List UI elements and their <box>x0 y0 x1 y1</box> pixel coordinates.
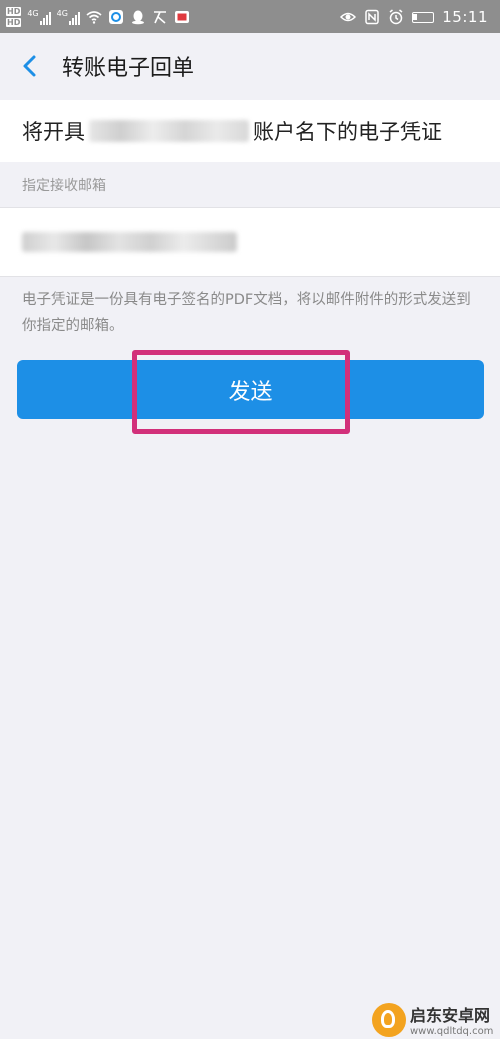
wifi-icon <box>86 11 102 24</box>
translate-icon <box>153 11 166 24</box>
voucher-description: 电子凭证是一份具有电子签名的PDF文档，将以邮件附件的形式发送到你指定的邮箱。 <box>22 292 471 334</box>
hd-badge: HD HD <box>6 7 22 27</box>
account-statement: 将开具 账户名下的电子凭证 <box>22 116 442 146</box>
page-title: 转账电子回单 <box>62 56 195 81</box>
account-info-row: 将开具 账户名下的电子凭证 <box>0 100 500 162</box>
site-watermark: 启东安卓网 www.qdltdq.com <box>372 1002 493 1037</box>
watermark-url: www.qdltdq.com <box>410 1026 494 1037</box>
status-bar: HD HD 4G 4G 15:11 <box>0 0 500 33</box>
signal-icon-2: 4G <box>57 9 80 25</box>
eye-comfort-icon <box>340 12 357 22</box>
app-notification-icon <box>108 10 123 24</box>
signal-icon-1: 4G <box>27 9 51 25</box>
watermark-text: 启东安卓网 www.qdltdq.com <box>410 1002 493 1037</box>
email-section-label: 指定接收邮箱 <box>22 178 106 194</box>
battery-icon <box>412 11 435 23</box>
red-app-icon <box>174 11 189 23</box>
back-arrow-icon[interactable] <box>18 53 44 79</box>
send-button-label: 发送 <box>228 379 273 405</box>
nfc-icon <box>365 9 380 25</box>
status-time: 15:11 <box>442 8 488 26</box>
alarm-icon <box>389 9 403 25</box>
network-type-label-1: 4G <box>27 9 39 18</box>
redacted-email-value <box>22 232 237 252</box>
send-button[interactable]: 发送 <box>17 360 484 419</box>
watermark-name: 启东安卓网 <box>410 1006 491 1025</box>
account-prefix: 将开具 <box>22 120 85 144</box>
account-suffix: 账户名下的电子凭证 <box>253 120 442 144</box>
qq-icon <box>131 10 144 25</box>
status-bar-right: 15:11 <box>340 3 488 31</box>
email-field[interactable] <box>0 207 500 277</box>
status-bar-left: HD HD 4G 4G <box>6 3 190 31</box>
network-type-label-2: 4G <box>56 9 68 18</box>
redacted-account-name <box>89 120 249 142</box>
nav-bar: 转账电子回单 <box>0 33 500 101</box>
watermark-logo-icon <box>372 1002 406 1037</box>
